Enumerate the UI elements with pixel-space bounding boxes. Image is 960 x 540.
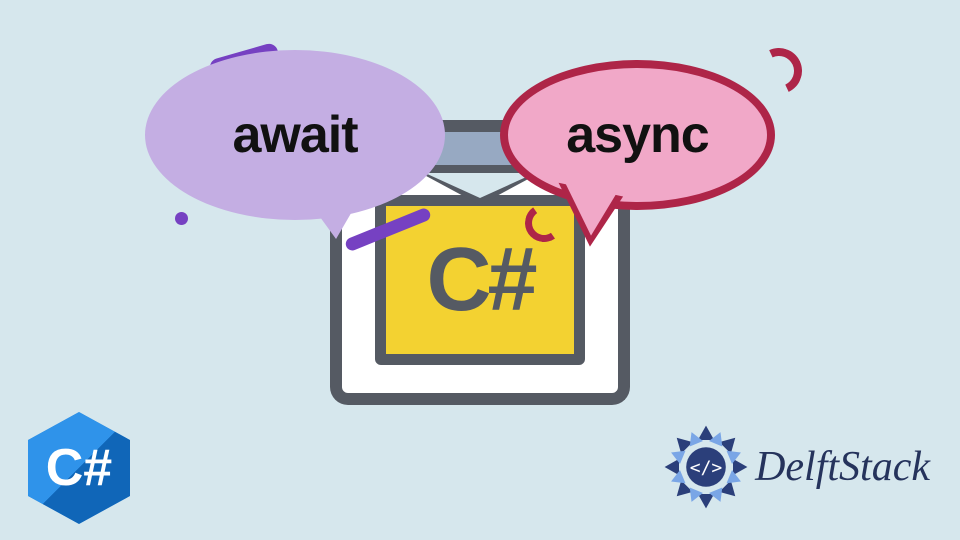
async-speech-bubble: async <box>500 60 775 210</box>
rosette-svg-icon: </> <box>661 422 751 512</box>
delftstack-rosette-icon: </> <box>661 422 751 512</box>
async-accent-arc-top <box>750 42 809 101</box>
async-bubble-group: async <box>490 48 810 248</box>
async-label: async <box>566 105 708 165</box>
svg-text:</>: </> <box>690 457 723 478</box>
csharp-hex-badge: C# <box>28 412 138 522</box>
await-accent-dot-2 <box>175 212 188 225</box>
await-speech-bubble: await <box>145 50 445 220</box>
hexagon-icon: C# <box>28 412 130 524</box>
await-bubble-group: await <box>145 50 475 260</box>
await-label: await <box>232 105 357 165</box>
delftstack-brand-text: DelftStack <box>755 443 930 491</box>
delftstack-logo: </> DelftStack <box>661 422 930 512</box>
csharp-badge-text: C# <box>46 438 112 498</box>
